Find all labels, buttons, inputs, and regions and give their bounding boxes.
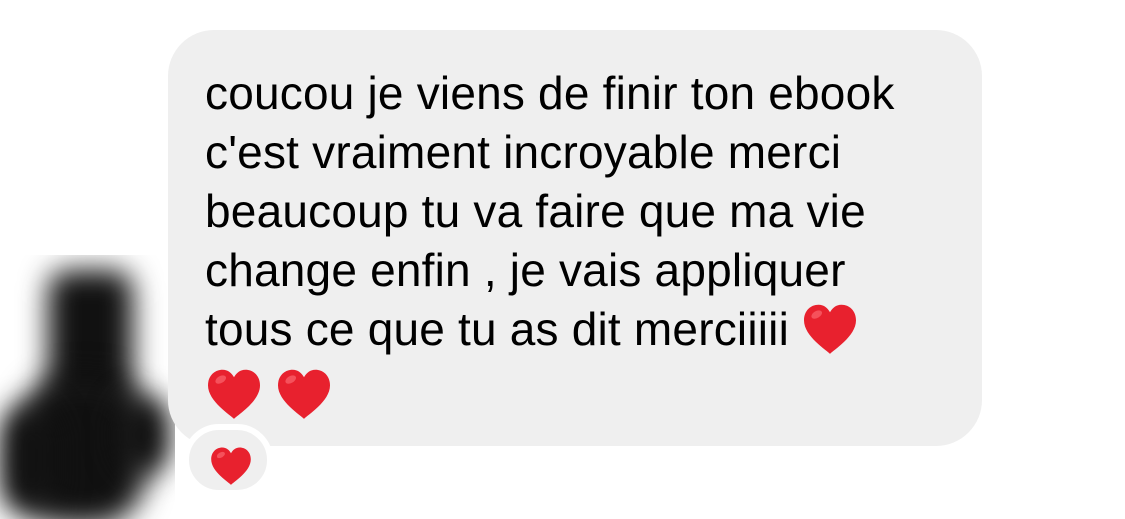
emoji-row <box>205 359 965 420</box>
message-line-text: tous ce que tu as dit merciiiii <box>205 303 790 355</box>
message-line: change enfin , je vais appliquer <box>205 244 846 296</box>
sender-avatar[interactable] <box>0 255 175 519</box>
heart-icon <box>275 368 333 420</box>
message-line: c'est vraiment incroyable merci <box>205 126 842 178</box>
avatar-blur-shoulder <box>0 405 60 515</box>
reaction-badge[interactable] <box>183 424 273 496</box>
message-line: beaucoup tu va faire que ma vie <box>205 185 866 237</box>
heart-icon <box>205 368 263 420</box>
heart-icon <box>209 446 253 486</box>
avatar-blur-hand <box>115 395 170 475</box>
message-line-last: tous ce que tu as dit merciiiii <box>205 300 965 359</box>
message-text: coucou je viens de finir ton ebook c'est… <box>205 64 965 420</box>
message-line: coucou je viens de finir ton ebook <box>205 67 895 119</box>
heart-icon <box>801 303 859 355</box>
message-bubble[interactable]: coucou je viens de finir ton ebook c'est… <box>168 30 982 446</box>
